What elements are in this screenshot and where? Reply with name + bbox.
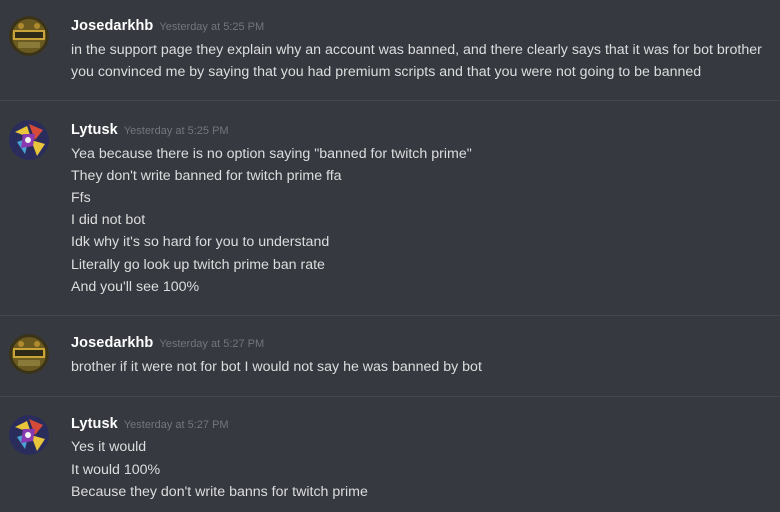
message-line: you convinced me by saying that you had …: [71, 64, 702, 80]
colorful-abstract-avatar-icon: [9, 415, 49, 455]
avatar[interactable]: [9, 120, 49, 160]
timestamp: Yesterday at 5:27 PM: [159, 338, 265, 350]
username[interactable]: Josedarkhb: [71, 18, 153, 34]
message-line: Yes it would: [71, 439, 147, 455]
message-line: I did not bot: [71, 212, 146, 228]
message-divider: [0, 100, 780, 101]
message-divider: [0, 315, 780, 316]
message-line: Yea because there is no option saying "b…: [71, 146, 472, 162]
gold-badge-avatar-icon: [9, 334, 49, 374]
message-header: Josedarkhb Yesterday at 5:25 PM: [71, 17, 264, 35]
timestamp: Yesterday at 5:27 PM: [123, 419, 229, 431]
message-header: Lytusk Yesterday at 5:25 PM: [71, 121, 229, 139]
timestamp: Yesterday at 5:25 PM: [159, 21, 265, 33]
message-header: Lytusk Yesterday at 5:27 PM: [71, 415, 229, 433]
message-line: It would 100%: [71, 462, 161, 478]
colorful-abstract-avatar-icon: [9, 120, 49, 160]
avatar[interactable]: [9, 334, 49, 374]
message-line: in the support page they explain why an …: [71, 42, 762, 58]
message-line: They don't write banned for twitch prime…: [71, 168, 342, 184]
timestamp: Yesterday at 5:25 PM: [123, 125, 229, 137]
message-line: And you'll see 100%: [71, 279, 200, 295]
username[interactable]: Lytusk: [71, 416, 118, 432]
message-line: Ffs: [71, 190, 91, 206]
message-line: Idk why it's so hard for you to understa…: [71, 234, 330, 250]
avatar[interactable]: [9, 16, 49, 56]
avatar[interactable]: [9, 415, 49, 455]
username[interactable]: Josedarkhb: [71, 335, 153, 351]
message-divider: [0, 396, 780, 397]
message-header: Josedarkhb Yesterday at 5:27 PM: [71, 334, 264, 352]
message-line: brother if it were not for bot I would n…: [71, 359, 482, 375]
gold-badge-avatar-icon: [9, 16, 49, 56]
message-line: Literally go look up twitch prime ban ra…: [71, 257, 325, 273]
username[interactable]: Lytusk: [71, 122, 118, 138]
message-line: Because they don't write banns for twitc…: [71, 484, 368, 500]
